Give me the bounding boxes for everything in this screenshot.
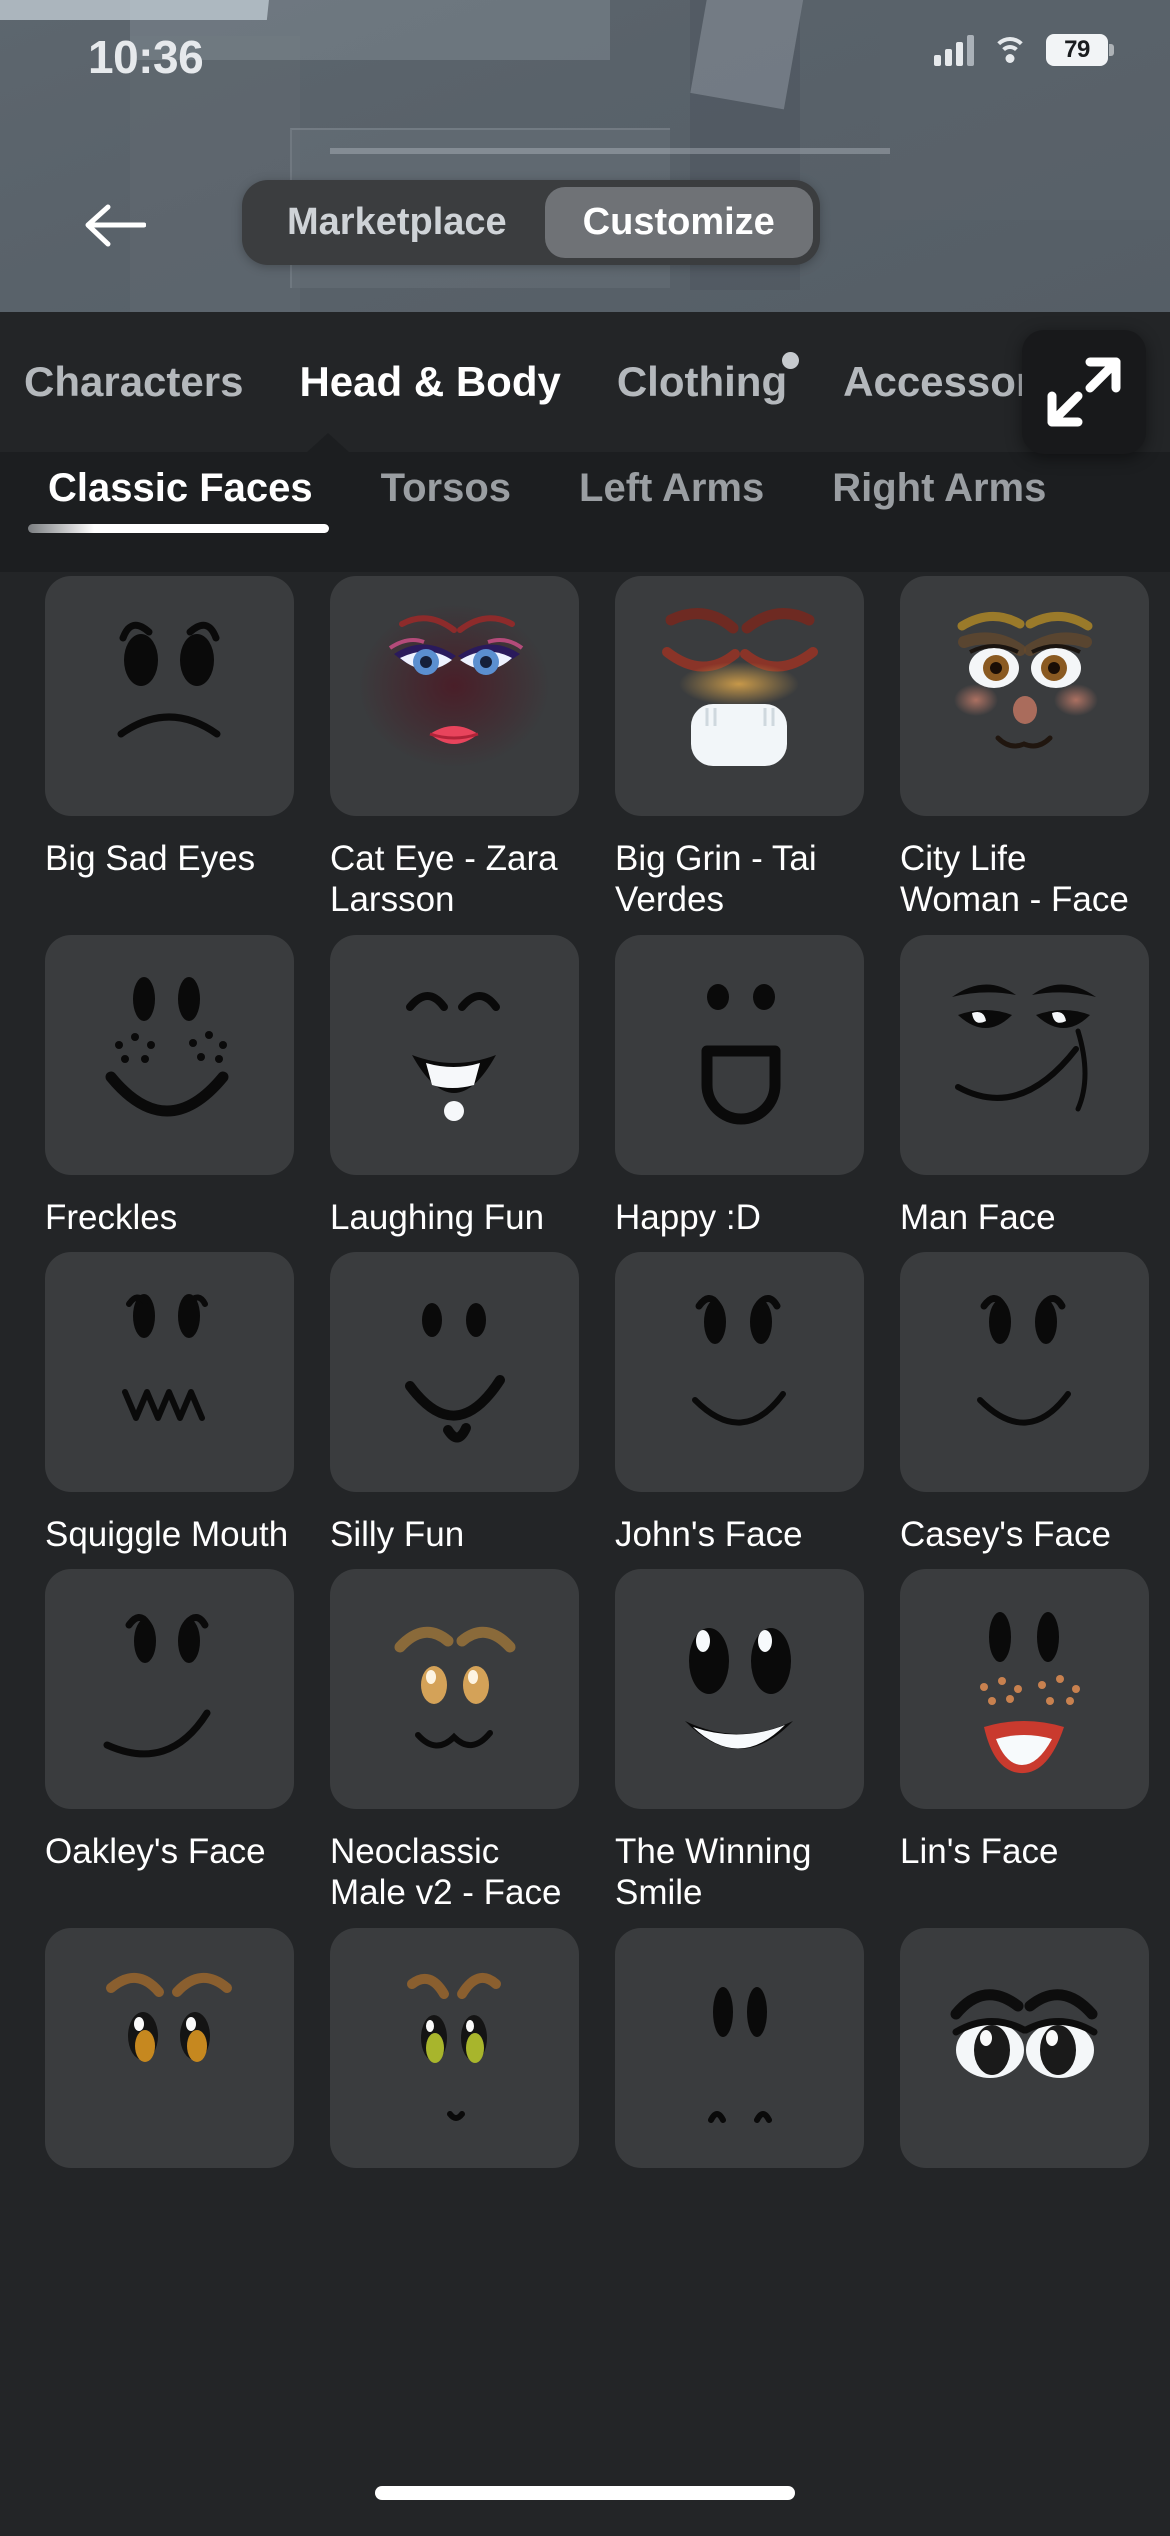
face-thumbnail-silly-fun	[330, 1251, 579, 1492]
bg-block	[330, 148, 890, 154]
grid-item[interactable]: Laughing Fun	[330, 934, 579, 1238]
tab-clothing[interactable]: Clothing	[589, 352, 815, 406]
grid-item[interactable]: Squiggle Mouth	[45, 1251, 294, 1555]
status-indicators: 79	[934, 34, 1114, 66]
face-thumbnail-big-grin-tai	[615, 576, 864, 816]
marketplace-customize-toggle: Marketplace Customize	[242, 180, 820, 265]
face-item-grid: Big Sad Eyes Cat Eye - Zara Larsson Big …	[0, 576, 1170, 2536]
item-label: City Life Woman - Face	[900, 839, 1129, 920]
item-label: Silly Fun	[330, 1514, 465, 1554]
item-label: Laughing Fun	[330, 1197, 545, 1237]
grid-item[interactable]: Cat Eye - Zara Larsson	[330, 576, 579, 921]
face-thumbnail-city-life-woman	[900, 576, 1149, 816]
item-label: Big Sad Eyes	[45, 839, 256, 878]
grid-item[interactable]: Freckles	[45, 934, 294, 1238]
face-thumbnail-caseys-face	[900, 1251, 1149, 1492]
status-bar: 10:36 79	[0, 0, 1170, 120]
subtab-right-arms[interactable]: Right Arms	[798, 466, 1080, 511]
face-thumbnail-realistic-eyes	[900, 1927, 1149, 2168]
item-label: Cat Eye - Zara Larsson	[330, 839, 558, 920]
item-label: Squiggle Mouth	[45, 1514, 289, 1554]
expand-view-button[interactable]	[1022, 330, 1146, 454]
grid-item[interactable]: Lin's Face	[900, 1569, 1149, 1914]
grid-item[interactable]	[45, 1927, 294, 2190]
home-indicator	[375, 2486, 795, 2500]
grid-item[interactable]: Big Grin - Tai Verdes	[615, 576, 864, 921]
subtab-classic-faces[interactable]: Classic Faces	[0, 466, 347, 533]
item-label: Lin's Face	[900, 1832, 1059, 1872]
notification-dot-icon	[782, 352, 800, 369]
item-label: Happy :D	[615, 1197, 761, 1237]
category-tab-bar[interactable]: Characters Head & Body Clothing Accessor…	[0, 312, 1170, 452]
active-tab-caret	[306, 433, 350, 453]
nav-header: Marketplace Customize	[0, 170, 1170, 280]
face-thumbnail-man-face	[900, 934, 1149, 1175]
tab-clothing-label: Clothing	[616, 358, 788, 405]
face-thumbnail-happy-d	[615, 934, 864, 1175]
wifi-icon	[991, 35, 1029, 65]
face-thumbnail-oakleys-face	[45, 1569, 294, 1810]
cellular-signal-icon	[934, 34, 974, 66]
item-label: The Winning Smile	[615, 1832, 812, 1913]
grid-row: Big Sad Eyes Cat Eye - Zara Larsson Big …	[45, 576, 1149, 921]
grid-item[interactable]: City Life Woman - Face	[900, 576, 1149, 921]
segment-marketplace[interactable]: Marketplace	[249, 187, 545, 258]
customize-panel: Characters Head & Body Clothing Accessor…	[0, 312, 1170, 2532]
sub-tab-bar[interactable]: Classic Faces Torsos Left Arms Right Arm…	[0, 452, 1170, 572]
back-button[interactable]	[70, 182, 160, 268]
face-thumbnail-brown-eyes-brows	[45, 1927, 294, 2168]
grid-item[interactable]	[330, 1927, 579, 2190]
face-thumbnail-johns-face	[615, 1251, 864, 1492]
face-thumbnail-simple-dot-eyes	[615, 1927, 864, 2168]
face-thumbnail-lins-face	[900, 1569, 1149, 1810]
item-label: Casey's Face	[900, 1514, 1111, 1554]
grid-item[interactable]: Neoclassic Male v2 - Face	[330, 1569, 579, 1914]
grid-item[interactable]: Big Sad Eyes	[45, 576, 294, 921]
grid-row: Oakley's Face Neoclassic Male v2 - Face	[45, 1569, 1149, 1914]
face-thumbnail-winning-smile	[615, 1569, 864, 1810]
grid-item[interactable]: Silly Fun	[330, 1251, 579, 1555]
back-arrow-icon	[85, 204, 146, 247]
item-label: Neoclassic Male v2 - Face	[330, 1832, 562, 1913]
grid-row: Freckles Laughing Fun Happy:D Man Face	[45, 934, 1149, 1238]
grid-row	[45, 1927, 1149, 2190]
item-label: Oakley's Face	[45, 1832, 266, 1872]
face-thumbnail-cat-eye-zara	[330, 576, 579, 816]
face-thumbnail-freckles	[45, 934, 294, 1175]
grid-item[interactable]: Oakley's Face	[45, 1569, 294, 1914]
grid-item[interactable]	[900, 1927, 1149, 2190]
grid-item[interactable]: Happy :D	[615, 934, 864, 1238]
status-time: 10:36	[88, 31, 204, 83]
segment-customize[interactable]: Customize	[544, 187, 813, 258]
subtab-torsos[interactable]: Torsos	[347, 466, 545, 511]
subtab-left-arms[interactable]: Left Arms	[545, 466, 798, 511]
grid-item[interactable]: Man Face	[900, 934, 1149, 1238]
face-thumbnail-big-sad-eyes	[45, 576, 294, 816]
grid-item[interactable]: Casey's Face	[900, 1251, 1149, 1555]
expand-diagonal-arrows-icon	[1047, 357, 1121, 427]
grid-item[interactable]: John's Face	[615, 1251, 864, 1555]
tab-characters[interactable]: Characters	[0, 358, 271, 406]
grid-row: Squiggle Mouth Silly Fun John's Face Cas…	[45, 1251, 1149, 1555]
grid-item[interactable]: The Winning Smile	[615, 1569, 864, 1914]
tab-head-and-body[interactable]: Head & Body	[271, 358, 588, 406]
face-thumbnail-laughing-fun	[330, 934, 579, 1175]
face-thumbnail-squiggle-mouth	[45, 1251, 294, 1492]
face-thumbnail-green-eyes-brows	[330, 1927, 579, 2168]
grid-item[interactable]	[615, 1927, 864, 2190]
item-label: John's Face	[615, 1514, 803, 1554]
item-label: Freckles	[45, 1197, 178, 1237]
item-label: Man Face	[900, 1197, 1056, 1237]
battery-icon: 79	[1046, 34, 1114, 66]
battery-level: 79	[1064, 36, 1090, 63]
item-label: Big Grin - Tai Verdes	[615, 839, 817, 920]
face-thumbnail-neoclassic-male-v2	[330, 1569, 579, 1810]
